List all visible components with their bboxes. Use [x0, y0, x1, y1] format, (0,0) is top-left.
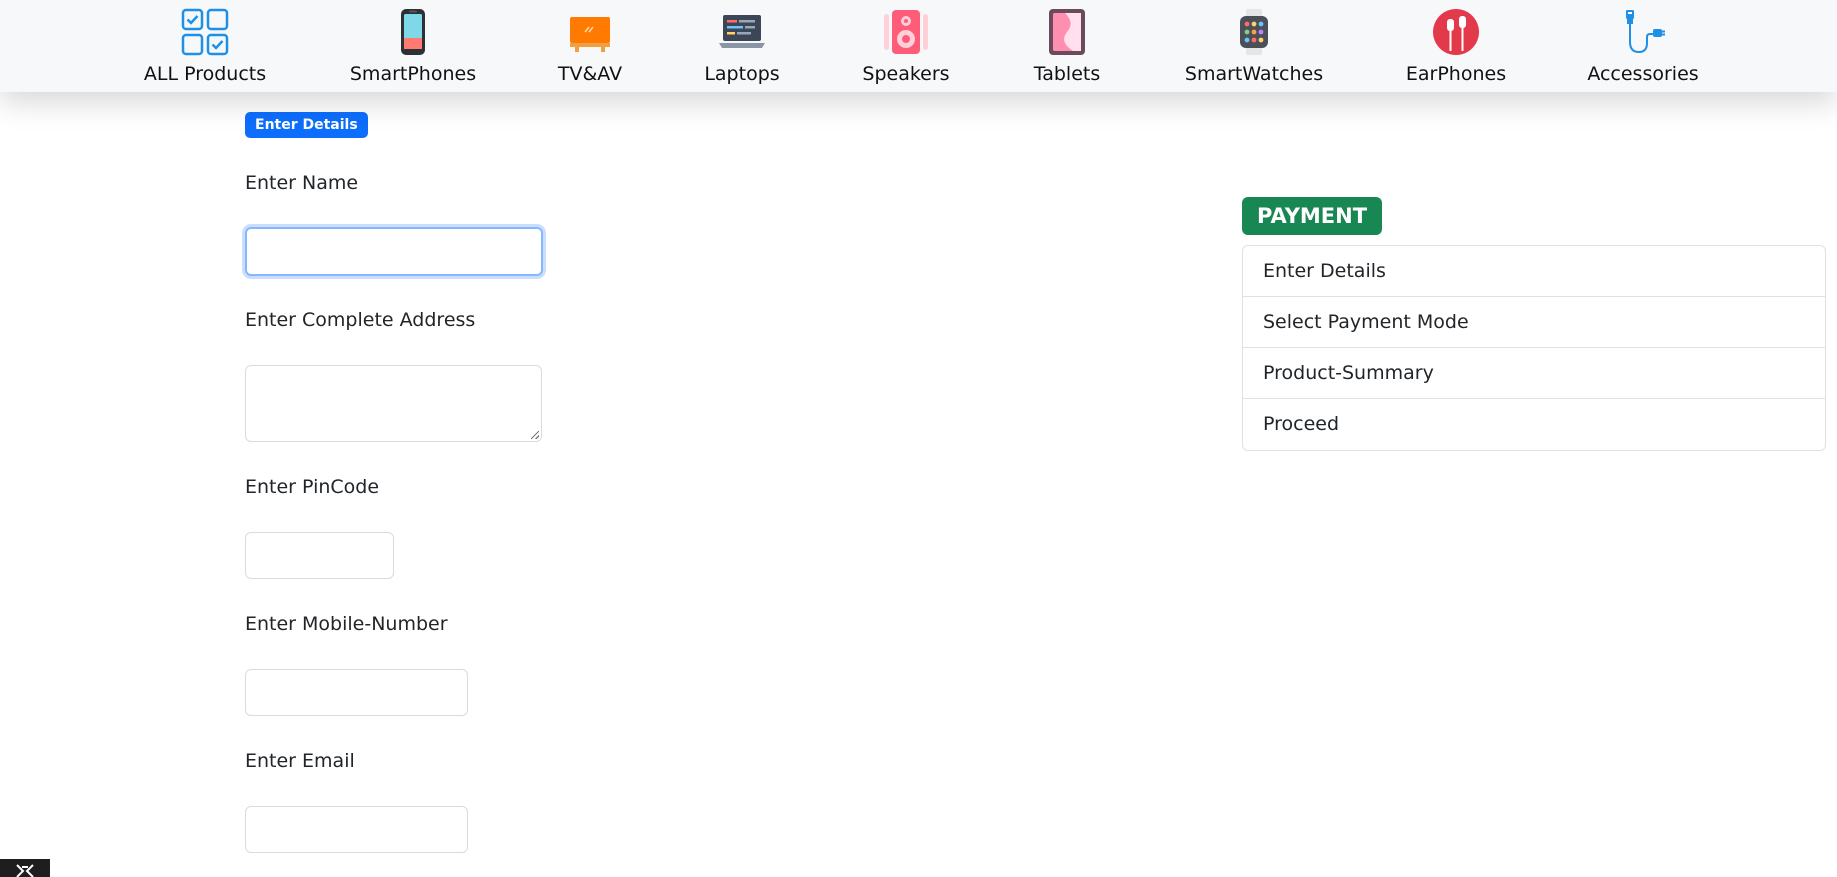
email-input[interactable]: [245, 806, 468, 853]
address-label: Enter Complete Address: [245, 309, 476, 331]
category-label: Laptops: [704, 63, 780, 85]
enter-details-badge: Enter Details: [245, 112, 368, 138]
category-label: Tablets: [1033, 63, 1101, 85]
step-proceed[interactable]: Proceed: [1243, 399, 1825, 450]
category-label: SmartPhones: [349, 63, 477, 85]
step-select-payment-mode[interactable]: Select Payment Mode: [1243, 297, 1825, 348]
category-tablets[interactable]: Tablets: [1031, 8, 1103, 88]
step-enter-details[interactable]: Enter Details: [1243, 246, 1825, 297]
usb-cable-icon: [1619, 8, 1667, 56]
name-input[interactable]: [245, 227, 543, 276]
tablet-icon: [1043, 8, 1091, 56]
grid-check-icon: [181, 8, 229, 56]
smartphone-icon: [389, 8, 437, 56]
speaker-icon: [882, 8, 930, 56]
earphones-icon: [1432, 8, 1480, 56]
category-smartwatches[interactable]: SmartWatches: [1182, 8, 1326, 88]
payment-badge: PAYMENT: [1242, 197, 1383, 235]
category-label: EarPhones: [1405, 63, 1507, 85]
payment-steps-list: Enter Details Select Payment Mode Produc…: [1242, 245, 1826, 451]
category-tv-av[interactable]: TV&AV: [554, 8, 626, 88]
category-all-products[interactable]: ALL Products: [141, 8, 269, 88]
address-textarea[interactable]: [245, 365, 542, 442]
pincode-label: Enter PinCode: [245, 476, 380, 498]
corner-widget[interactable]: [0, 859, 50, 877]
category-laptops[interactable]: Laptops: [700, 8, 784, 88]
category-bar: ALL Products SmartPhones TV&AV Laptops S…: [0, 0, 1837, 92]
category-label: Accessories: [1587, 63, 1699, 85]
category-label: Speakers: [862, 63, 950, 85]
category-label: SmartWatches: [1184, 63, 1324, 85]
laptop-icon: [718, 8, 766, 56]
widget-logo-icon: [16, 864, 34, 877]
pincode-input[interactable]: [245, 532, 394, 579]
category-smartphones[interactable]: SmartPhones: [348, 8, 478, 88]
category-accessories[interactable]: Accessories: [1586, 8, 1700, 88]
mobile-input[interactable]: [245, 669, 468, 716]
mobile-label: Enter Mobile-Number: [245, 613, 448, 635]
name-label: Enter Name: [245, 172, 359, 194]
smartwatch-icon: [1230, 8, 1278, 56]
step-product-summary[interactable]: Product-Summary: [1243, 348, 1825, 399]
category-speakers[interactable]: Speakers: [860, 8, 952, 88]
email-label: Enter Email: [245, 750, 355, 772]
tv-icon: [566, 8, 614, 56]
category-label: ALL Products: [143, 63, 267, 85]
category-earphones[interactable]: EarPhones: [1404, 8, 1508, 88]
category-label: TV&AV: [557, 63, 623, 85]
